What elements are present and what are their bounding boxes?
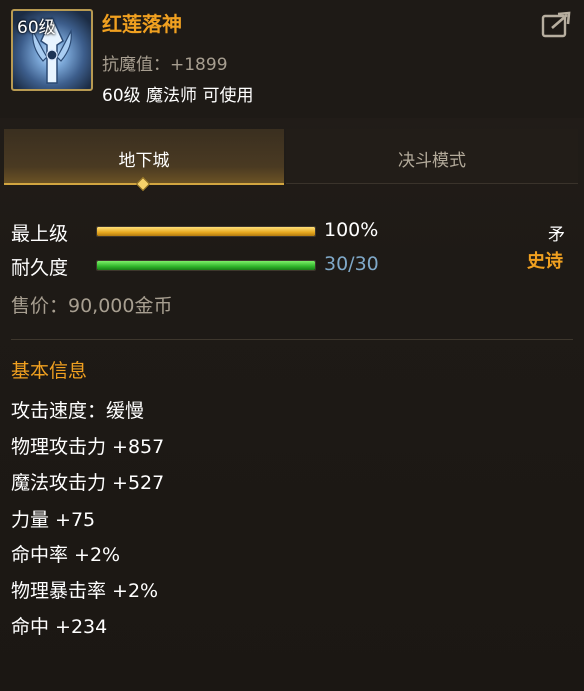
item-name: 红莲落神 bbox=[102, 12, 182, 36]
weapon-type: 矛 bbox=[548, 225, 565, 245]
durability-value: 30/30 bbox=[324, 253, 379, 275]
attribute-line: 魔法攻击力 +527 bbox=[11, 472, 165, 494]
item-tooltip-panel: 60级 红莲落神 抗魔值：+1899 60级 魔法师 可使用 地下城 决斗模式 … bbox=[0, 0, 584, 691]
tab-duel-mode[interactable]: 决斗模式 bbox=[286, 129, 578, 184]
attribute-line: 攻击速度：缓慢 bbox=[11, 400, 145, 422]
share-icon bbox=[541, 11, 571, 38]
item-magic-resist: 抗魔值：+1899 bbox=[102, 55, 228, 75]
sell-price: 售价：90,000金币 bbox=[11, 295, 173, 317]
grade-label: 最上级 bbox=[11, 223, 69, 245]
attribute-line: 物理暴击率 +2% bbox=[11, 580, 159, 602]
tab-duel-mode-label: 决斗模式 bbox=[398, 151, 466, 171]
item-header: 60级 红莲落神 抗魔值：+1899 60级 魔法师 可使用 bbox=[0, 0, 584, 118]
grade-value: 100% bbox=[324, 219, 379, 241]
rarity-label: 史诗 bbox=[527, 251, 563, 272]
grade-bar bbox=[96, 226, 316, 237]
tab-dungeon-label: 地下城 bbox=[118, 151, 170, 171]
attribute-line: 命中率 +2% bbox=[11, 544, 121, 566]
attribute-line: 物理攻击力 +857 bbox=[11, 436, 165, 458]
item-icon: 60级 bbox=[11, 9, 93, 91]
tab-dungeon[interactable]: 地下城 bbox=[4, 129, 284, 192]
share-button[interactable] bbox=[541, 11, 573, 39]
basic-info-title: 基本信息 bbox=[11, 360, 88, 382]
section-divider bbox=[11, 339, 573, 340]
active-tab-indicator-icon bbox=[135, 176, 151, 192]
durability-bar-fill bbox=[97, 261, 315, 270]
mode-tabs: 地下城 决斗模式 bbox=[0, 129, 584, 192]
durability-bar bbox=[96, 260, 316, 271]
item-requirement: 60级 魔法师 可使用 bbox=[102, 86, 254, 106]
durability-label: 耐久度 bbox=[11, 257, 69, 279]
attribute-line: 力量 +75 bbox=[11, 509, 96, 531]
item-level-badge: 60级 bbox=[17, 18, 56, 38]
grade-bar-fill bbox=[97, 227, 315, 236]
attribute-line: 命中 +234 bbox=[11, 616, 108, 638]
